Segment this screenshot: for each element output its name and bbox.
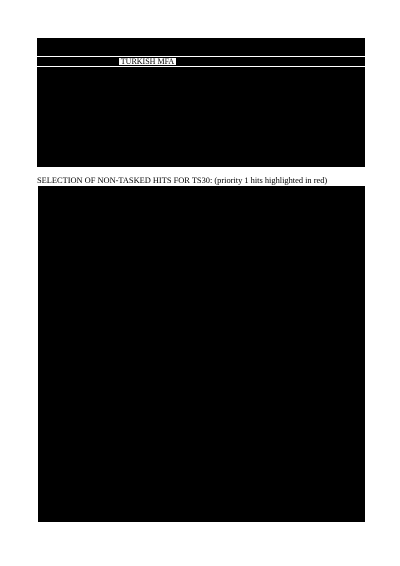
redacted-upper-block bbox=[37, 67, 365, 167]
redacted-label-right bbox=[176, 58, 364, 65]
section-heading: SELECTION OF NON-TASKED HITS FOR TS30: (… bbox=[37, 176, 328, 185]
redacted-top-bar bbox=[37, 38, 365, 56]
header-label: TURKISH MFA bbox=[120, 57, 175, 66]
header-label-row: TURKISH MFA bbox=[37, 57, 365, 66]
redacted-label-left bbox=[38, 58, 119, 65]
redacted-lower-block bbox=[38, 186, 365, 522]
